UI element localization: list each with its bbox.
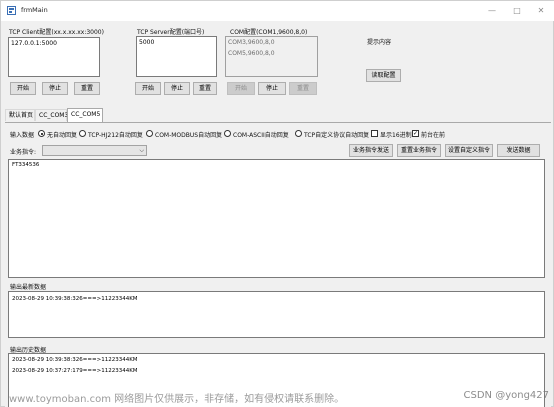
list-item[interactable]: COM5,9600,8,0 (228, 50, 275, 57)
input-data-label: 输入数据 (10, 132, 35, 139)
tcp-client-stop-button[interactable]: 停止 (42, 82, 68, 95)
com-reset-button[interactable]: 重置 (289, 82, 317, 95)
title-bar: frmMain — □ ✕ (1, 1, 554, 21)
hex-display-label: 显示16进制 (380, 132, 412, 139)
tab-cc-com3[interactable]: CC_COM3 (35, 109, 68, 121)
tcp-client-reset-button[interactable]: 重置 (74, 82, 100, 95)
output-line: 2023-08-29 10:37:27:179===>11223344KM (12, 368, 138, 374)
command-label: 业务指令: (10, 149, 37, 156)
list-item[interactable]: COM3,9600,8,0 (228, 39, 275, 46)
top-most-label: 前台在前 (421, 132, 446, 139)
output-line: 2023-08-29 10:39:38:326===>11223344KM (12, 357, 138, 363)
latest-data-textarea[interactable]: 2023-08-29 10:39:38:326===>11223344KM (8, 291, 545, 338)
com-list[interactable]: COM3,9600,8,0 COM5,9600,8,0 (225, 36, 318, 77)
command-select[interactable]: ⌵ (42, 145, 147, 156)
tcp-server-list[interactable]: 5000 (136, 36, 217, 77)
minimize-button[interactable]: — (484, 4, 500, 17)
send-command-button[interactable]: 业务指令发送 (349, 144, 393, 157)
com-label: COM配置(COM1,9600,8,0) (230, 29, 308, 36)
option-label: TCP自定义协议自动回复 (304, 132, 370, 139)
watermark: www.toymoban.com 网络图片仅供展示，非存储，如有侵权请联系删除。… (1, 388, 554, 406)
top-most-checkbox[interactable]: ✓ (412, 130, 419, 137)
reset-command-button[interactable]: 重置业务指令 (397, 144, 441, 157)
com-start-button[interactable]: 开始 (227, 82, 255, 95)
maximize-button[interactable]: □ (509, 4, 525, 17)
output-line: 2023-08-29 10:39:38:326===>11223344KM (12, 296, 138, 302)
radio-no-auto-reply[interactable] (38, 130, 45, 137)
tab-panel: 输入数据 无自动回复 TCP-HJ212自动回复 COM-MODBUS自动回复 … (5, 122, 551, 407)
tcp-server-start-button[interactable]: 开始 (135, 82, 161, 95)
close-button[interactable]: ✕ (533, 4, 549, 17)
hex-display-checkbox[interactable] (371, 130, 378, 137)
option-label: TCP-HJ212自动回复 (88, 132, 143, 139)
window-title: frmMain (21, 6, 48, 14)
input-textarea[interactable]: FT334536 (8, 159, 545, 278)
chevron-down-icon: ⌵ (139, 147, 144, 154)
radio-com-modbus[interactable] (146, 130, 153, 137)
send-data-button[interactable]: 发送数据 (497, 144, 540, 157)
radio-com-ascii[interactable] (224, 130, 231, 137)
list-item[interactable]: 127.0.0.1:5000 (11, 40, 57, 47)
tcp-client-label: TCP Client配置(xx.x.xx.xx:3000) (9, 29, 104, 36)
hint-label: 提示内容 (367, 39, 392, 46)
option-label: COM-MODBUS自动回复 (155, 132, 223, 139)
tcp-client-start-button[interactable]: 开始 (10, 82, 36, 95)
radio-tcp-custom[interactable] (295, 130, 302, 137)
tcp-server-stop-button[interactable]: 停止 (164, 82, 190, 95)
com-stop-button[interactable]: 停止 (258, 82, 286, 95)
input-text: FT334536 (12, 162, 40, 168)
tcp-client-list[interactable]: 127.0.0.1:5000 (8, 37, 100, 77)
app-icon (7, 6, 16, 15)
option-label: 无自动回复 (47, 132, 78, 139)
watermark-credit: CSDN @yong427 (463, 390, 550, 401)
read-config-button[interactable]: 读取配置 (366, 69, 401, 82)
option-label: COM-ASCII自动回复 (233, 132, 289, 139)
list-item[interactable]: 5000 (139, 39, 154, 46)
latest-data-label: 输出最新数据 (10, 284, 47, 291)
radio-tcp-hj212[interactable] (79, 130, 86, 137)
tab-cc-com5[interactable]: CC_COM5 (67, 108, 103, 122)
set-custom-command-button[interactable]: 设置自定义指令 (445, 144, 493, 157)
tcp-server-label: TCP Server配置(端口号) (137, 29, 205, 36)
watermark-text: www.toymoban.com 网络图片仅供展示，非存储，如有侵权请联系删除。 (9, 394, 345, 405)
tab-home[interactable]: 默认首页 (5, 109, 35, 121)
main-window: frmMain — □ ✕ TCP Client配置(xx.x.xx.xx:30… (0, 0, 554, 407)
tcp-server-reset-button[interactable]: 重置 (193, 82, 217, 95)
